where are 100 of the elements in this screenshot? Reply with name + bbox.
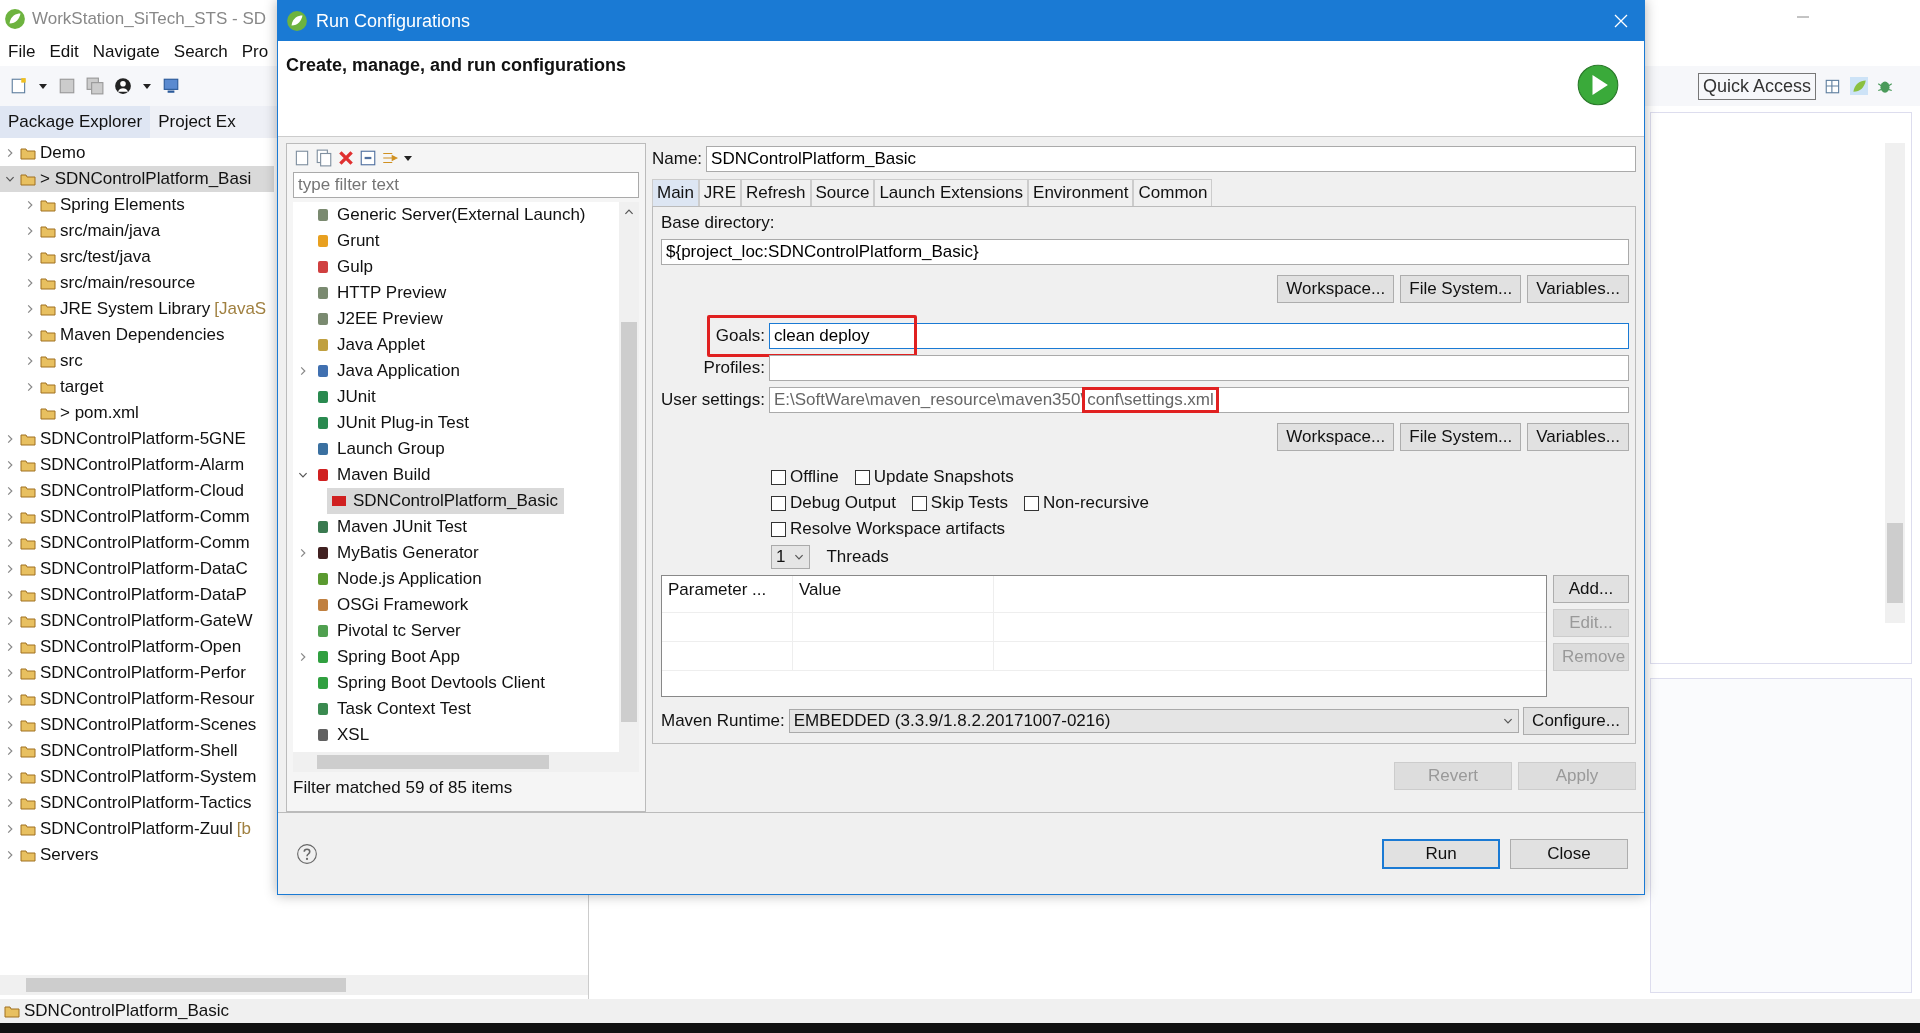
config-tab[interactable]: Common: [1133, 179, 1213, 206]
config-tab[interactable]: Refresh: [741, 179, 811, 206]
leaf-perspective-icon[interactable]: [1850, 77, 1869, 95]
tree-row[interactable]: Servers: [0, 842, 274, 868]
monitor-icon[interactable]: [162, 77, 180, 95]
browse-button[interactable]: File System...: [1400, 423, 1522, 451]
name-field[interactable]: SDNControlPlatform_Basic: [706, 146, 1636, 172]
launch-type-item[interactable]: J2EE Preview: [293, 306, 449, 332]
menu-item[interactable]: Search: [173, 42, 228, 62]
tree-row[interactable]: SDNControlPlatform-Perfor: [0, 660, 274, 686]
horizontal-scrollbar[interactable]: [293, 752, 639, 772]
help-icon[interactable]: [296, 842, 318, 865]
config-tab[interactable]: Source: [810, 179, 875, 206]
delete-icon[interactable]: [337, 149, 355, 167]
config-tab[interactable]: Environment: [1028, 179, 1134, 206]
checkbox-option[interactable]: Resolve Workspace artifacts: [771, 519, 1006, 539]
new-file-icon[interactable]: [10, 77, 28, 95]
tree-row[interactable]: Spring Elements: [0, 192, 294, 218]
launch-type-item[interactable]: JUnit Plug-in Test: [293, 410, 475, 436]
horizontal-scrollbar[interactable]: [0, 975, 588, 995]
tree-row[interactable]: SDNControlPlatform-Scenes: [0, 712, 274, 738]
close-icon[interactable]: [1614, 14, 1628, 28]
launch-type-item[interactable]: Gulp: [293, 254, 379, 280]
tree-row[interactable]: SDNControlPlatform-System: [0, 764, 274, 790]
launch-type-item[interactable]: Java Application: [293, 358, 466, 384]
launch-type-item[interactable]: Task Context Test: [293, 696, 477, 722]
dialog-button[interactable]: Run: [1382, 838, 1500, 869]
tree-row[interactable]: > SDNControlPlatform_Basi: [0, 166, 274, 192]
threads-dropdown[interactable]: 1: [771, 545, 811, 569]
person-icon[interactable]: [114, 77, 132, 95]
browse-button[interactable]: Variables...: [1527, 423, 1629, 451]
new-config-icon[interactable]: [293, 149, 311, 167]
browse-button[interactable]: Workspace...: [1277, 275, 1395, 303]
launch-type-item[interactable]: Launch Group: [293, 436, 451, 462]
launch-type-item[interactable]: Generic Server(External Launch): [293, 202, 592, 228]
launch-type-item[interactable]: OSGi Framework: [293, 592, 475, 618]
menu-item[interactable]: File: [8, 42, 36, 62]
browse-button[interactable]: Variables...: [1527, 275, 1629, 303]
view-tab[interactable]: Project Ex: [150, 106, 244, 138]
dropdown-arrow-icon[interactable]: [142, 81, 152, 91]
tree-row[interactable]: SDNControlPlatform-5GNE: [0, 426, 274, 452]
launch-type-item[interactable]: JUnit: [293, 384, 382, 410]
tree-row[interactable]: target: [0, 374, 294, 400]
tree-row[interactable]: src: [0, 348, 294, 374]
column-header[interactable]: Value: [793, 576, 994, 612]
goals-field[interactable]: clean deploy: [769, 323, 1629, 349]
launch-type-item[interactable]: Maven Build: [293, 462, 437, 488]
maven-runtime-dropdown[interactable]: EMBEDDED (3.3.9/1.8.2.20171007-0216): [788, 709, 1520, 733]
tree-row[interactable]: SDNControlPlatform-Resour: [0, 686, 274, 712]
config-tab[interactable]: Main: [652, 179, 699, 206]
launch-type-item[interactable]: Grunt: [293, 228, 386, 254]
menu-item[interactable]: Pro: [241, 42, 269, 62]
checkbox-option[interactable]: Skip Tests: [911, 493, 1009, 513]
config-tab[interactable]: JRE: [698, 179, 741, 206]
tree-row[interactable]: SDNControlPlatform-Alarm: [0, 452, 274, 478]
launch-type-item[interactable]: Java Applet: [293, 332, 431, 358]
table-action-button[interactable]: Add...: [1553, 575, 1629, 603]
tree-row[interactable]: Maven Dependencies: [0, 322, 294, 348]
tree-row[interactable]: SDNControlPlatform-Comm: [0, 504, 274, 530]
checkbox-option[interactable]: Offline: [771, 467, 839, 487]
checkbox-option[interactable]: Non-recursive: [1024, 493, 1149, 513]
tree-row[interactable]: SDNControlPlatform-GateW: [0, 608, 274, 634]
vertical-scrollbar[interactable]: [619, 202, 639, 752]
quick-access-field[interactable]: Quick Access: [1698, 72, 1817, 100]
menu-item[interactable]: Navigate: [92, 42, 160, 62]
tree-row[interactable]: JRE System Library [JavaS: [0, 296, 294, 322]
vertical-scrollbar[interactable]: [1885, 143, 1905, 623]
browse-button[interactable]: Workspace...: [1277, 423, 1395, 451]
dropdown-arrow-icon[interactable]: [403, 153, 413, 163]
configure-button[interactable]: Configure...: [1523, 707, 1629, 735]
base-directory-field[interactable]: ${project_loc:SDNControlPlatform_Basic}: [661, 239, 1629, 265]
launch-type-item[interactable]: Spring Boot App: [293, 644, 466, 670]
tree-row[interactable]: Demo: [0, 140, 274, 166]
user-settings-field[interactable]: E:\SoftWare\maven_resource\maven350\conf\settings.xml: [769, 387, 1629, 413]
launch-type-item[interactable]: Node.js Application: [293, 566, 488, 592]
save-icon[interactable]: [58, 77, 76, 95]
profiles-field[interactable]: [769, 355, 1629, 381]
view-tab[interactable]: Package Explorer: [0, 106, 151, 138]
filter-field[interactable]: type filter text: [293, 172, 639, 198]
tree-row[interactable]: SDNControlPlatform-DataC: [0, 556, 274, 582]
tree-row[interactable]: SDNControlPlatform-Tactics: [0, 790, 274, 816]
browse-button[interactable]: File System...: [1400, 275, 1522, 303]
menu-item[interactable]: Edit: [49, 42, 79, 62]
launch-type-item[interactable]: Spring Boot Devtools Client: [293, 670, 551, 696]
duplicate-icon[interactable]: [315, 149, 333, 167]
tree-row[interactable]: SDNControlPlatform-Zuul [b: [0, 816, 274, 842]
dialog-button[interactable]: Close: [1510, 838, 1628, 869]
tree-row[interactable]: SDNControlPlatform-Shell: [0, 738, 274, 764]
tree-row[interactable]: src/main/resource: [0, 270, 294, 296]
tree-row[interactable]: SDNControlPlatform-DataP: [0, 582, 274, 608]
tree-row[interactable]: src/test/java: [0, 244, 294, 270]
tree-row[interactable]: SDNControlPlatform-Comm: [0, 530, 274, 556]
launch-type-item[interactable]: MyBatis Generator: [293, 540, 485, 566]
collapse-icon[interactable]: [359, 149, 377, 167]
launch-type-item[interactable]: Pivotal tc Server: [293, 618, 467, 644]
column-header[interactable]: Parameter ...: [662, 576, 793, 612]
launch-type-item[interactable]: HTTP Preview: [293, 280, 453, 306]
tree-row[interactable]: SDNControlPlatform-Cloud: [0, 478, 274, 504]
tree-row[interactable]: SDNControlPlatform-Open: [0, 634, 274, 660]
launch-type-item[interactable]: XSL: [293, 722, 376, 748]
